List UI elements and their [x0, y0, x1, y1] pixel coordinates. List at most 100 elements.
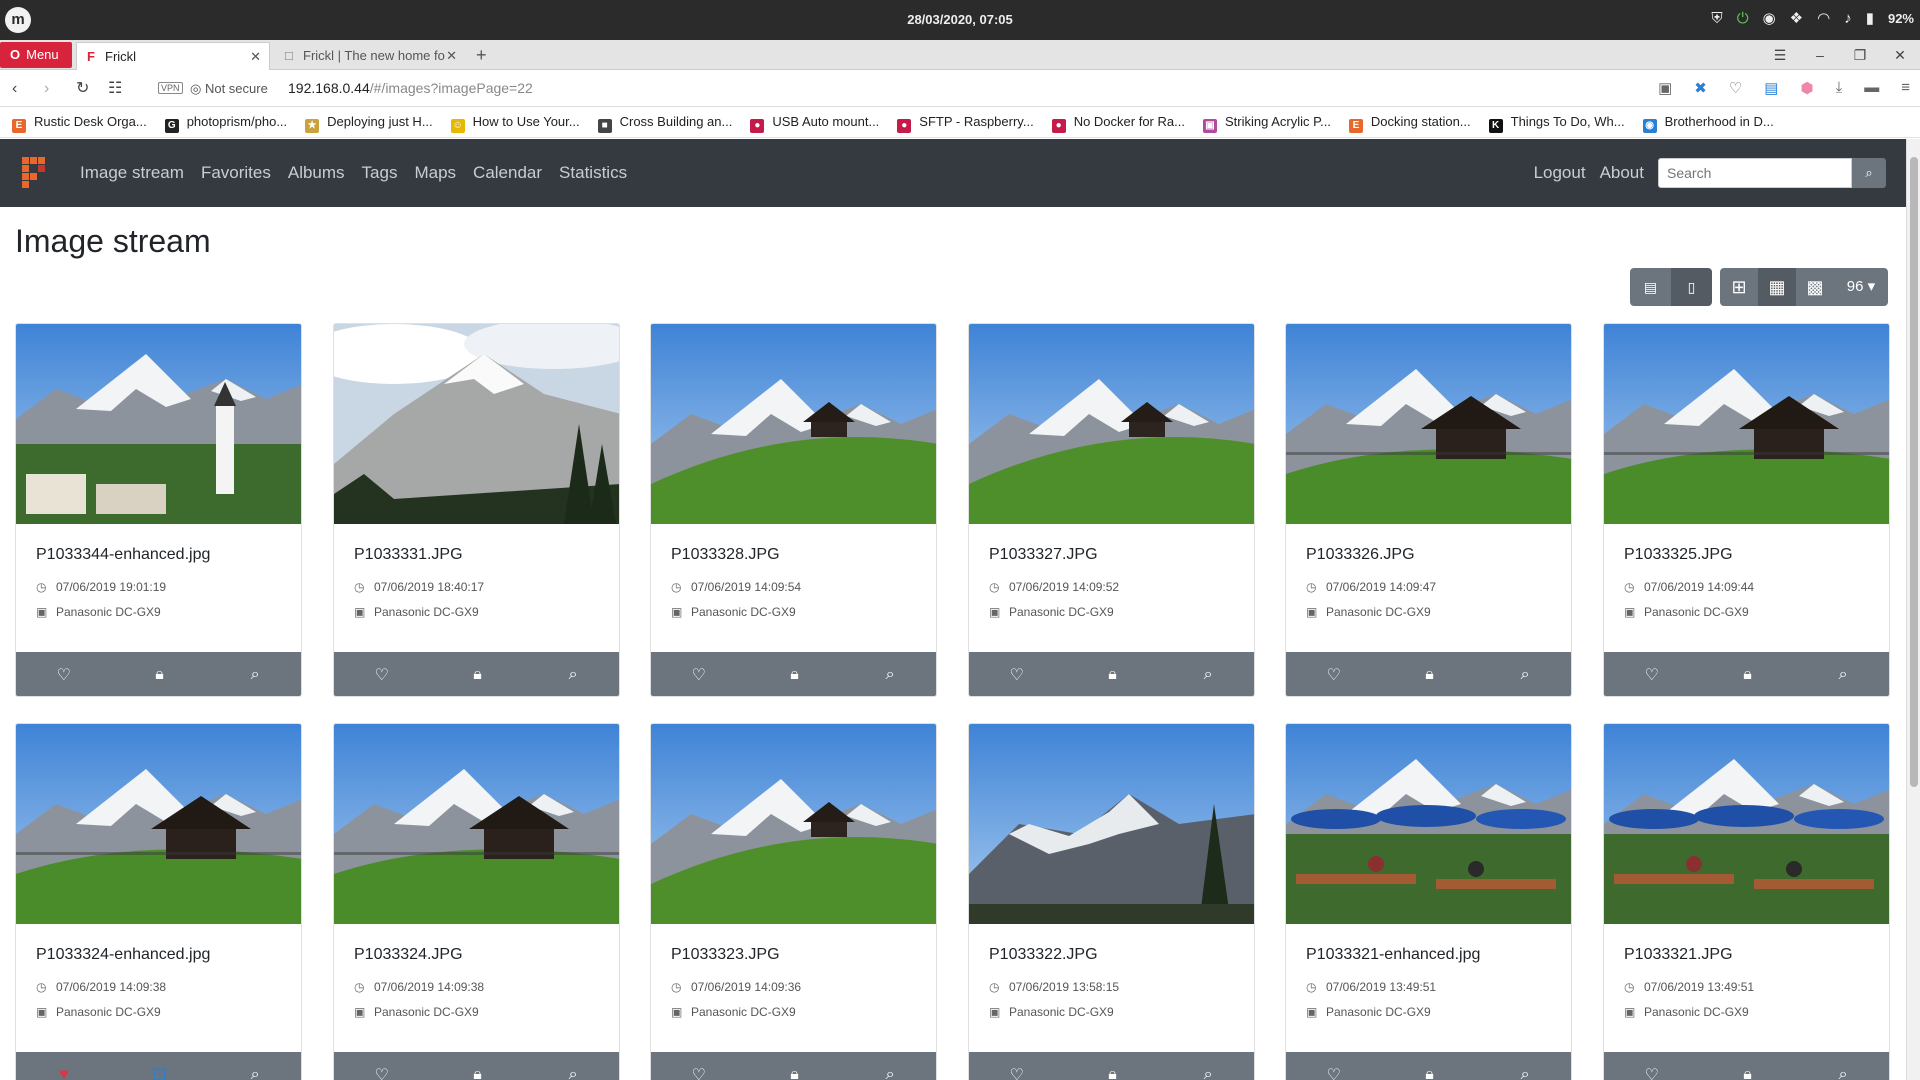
favorite-heart-icon[interactable]: ♡ — [987, 1065, 1047, 1080]
wallet-icon[interactable]: ▤ — [1764, 79, 1778, 97]
new-tab-icon[interactable]: + — [476, 42, 487, 68]
tab-frickl-home[interactable]: □ Frickl | The new home fo ✕ — [275, 42, 465, 70]
grid-small-icon[interactable]: ▩ — [1796, 268, 1834, 306]
system-clock[interactable]: 28/03/2020, 07:05 — [0, 12, 1920, 27]
bookmark-item[interactable]: ■ Cross Building an... — [597, 108, 732, 137]
lock-icon[interactable]: 🔒︎ — [1082, 1066, 1142, 1080]
favorite-heart-icon[interactable]: ♡ — [669, 1065, 729, 1080]
image-thumbnail[interactable] — [1604, 724, 1889, 924]
image-card[interactable]: P1033327.JPG ◷ 07/06/2019 14:09:52 ▣ Panason… — [968, 323, 1255, 697]
image-thumbnail[interactable] — [1286, 324, 1571, 524]
search-input[interactable] — [1658, 158, 1852, 188]
zoom-icon[interactable]: ⌕ — [1178, 666, 1238, 684]
bookmark-item[interactable]: ☺ How to Use Your... — [450, 108, 580, 137]
volume-icon[interactable]: ♪ — [1844, 8, 1852, 30]
scrollbar-thumb[interactable] — [1910, 157, 1918, 787]
camera-icon[interactable]: ▣ — [1658, 79, 1672, 97]
image-thumbnail[interactable] — [334, 724, 619, 924]
tab-menu-icon[interactable]: ☰ — [1760, 42, 1800, 68]
image-card[interactable]: P1033326.JPG ◷ 07/06/2019 14:09:47 ▣ Panason… — [1285, 323, 1572, 697]
zoom-icon[interactable]: ⌕ — [1178, 1066, 1238, 1080]
lock-icon[interactable]: 🔒︎ — [1717, 666, 1777, 684]
zoom-icon[interactable]: ⌕ — [1495, 1066, 1555, 1080]
image-thumbnail[interactable] — [969, 724, 1254, 924]
battery-icon[interactable]: ▮ — [1866, 8, 1874, 30]
about-link[interactable]: About — [1600, 163, 1644, 183]
heart-icon[interactable]: ♡ — [1729, 79, 1742, 97]
lock-icon[interactable]: ⚀ — [129, 1065, 189, 1080]
logout-link[interactable]: Logout — [1534, 163, 1586, 183]
bookmark-item[interactable]: E Docking station... — [1348, 108, 1471, 137]
search-icon[interactable]: ⌕ — [1852, 158, 1886, 188]
extension-icon[interactable]: ✖ — [1694, 79, 1707, 97]
minimize-icon[interactable]: – — [1800, 42, 1840, 68]
bookmark-item[interactable]: ★ Deploying just H... — [305, 108, 433, 137]
tab-close-icon[interactable]: ✕ — [250, 43, 261, 70]
zoom-icon[interactable]: ⌕ — [225, 666, 285, 684]
restore-icon[interactable]: ❐ — [1840, 42, 1880, 68]
image-card[interactable]: P1033324-enhanced.jpg ◷ 07/06/2019 14:09:3… — [15, 723, 302, 1080]
zoom-icon[interactable]: ⌕ — [860, 1066, 920, 1080]
card-view-icon[interactable]: ▯ — [1671, 268, 1712, 306]
image-thumbnail[interactable] — [969, 324, 1254, 524]
grid-medium-icon[interactable]: ▦ — [1758, 268, 1796, 306]
window-close-icon[interactable]: ✕ — [1880, 42, 1920, 68]
tab-close-icon[interactable]: ✕ — [446, 42, 457, 70]
nav-link-image-stream[interactable]: Image stream — [80, 139, 184, 207]
favorite-heart-icon[interactable]: ♡ — [1304, 1065, 1364, 1080]
list-view-icon[interactable]: ▤ — [1630, 268, 1671, 306]
favorite-heart-icon[interactable]: ♡ — [1622, 665, 1682, 685]
image-thumbnail[interactable] — [1286, 724, 1571, 924]
lock-icon[interactable]: 🔒︎ — [447, 1066, 507, 1080]
favorite-heart-icon[interactable]: ♡ — [669, 665, 729, 685]
image-thumbnail[interactable] — [334, 324, 619, 524]
lock-icon[interactable]: 🔒︎ — [1399, 1066, 1459, 1080]
speed-dial-icon[interactable]: ☷ — [108, 79, 122, 99]
easy-setup-icon[interactable]: ≡ — [1901, 79, 1910, 97]
bookmark-item[interactable]: K Things To Do, Wh... — [1488, 108, 1625, 137]
zoom-icon[interactable]: ⌕ — [1813, 1066, 1873, 1080]
bookmark-item[interactable]: ● No Docker for Ra... — [1051, 108, 1185, 137]
image-thumbnail[interactable] — [651, 324, 936, 524]
bookmark-item[interactable]: ▣ Striking Acrylic P... — [1202, 108, 1331, 137]
per-page-dropdown[interactable]: 96 ▾ — [1834, 268, 1888, 306]
image-card[interactable]: P1033321.JPG ◷ 07/06/2019 13:49:51 ▣ Panason… — [1603, 723, 1890, 1080]
bookmark-item[interactable]: ● SFTP - Raspberry... — [897, 108, 1034, 137]
nav-link-maps[interactable]: Maps — [414, 139, 456, 207]
extension-colorful-icon[interactable]: ⬢ — [1800, 79, 1813, 97]
favorite-heart-icon[interactable]: ♡ — [352, 1065, 412, 1080]
dropbox-icon[interactable]: ❖ — [1790, 8, 1803, 30]
favorite-heart-icon[interactable]: ♡ — [1304, 665, 1364, 685]
image-card[interactable]: P1033325.JPG ◷ 07/06/2019 14:09:44 ▣ Panason… — [1603, 323, 1890, 697]
lock-icon[interactable]: 🔒︎ — [1717, 1066, 1777, 1080]
image-card[interactable]: P1033322.JPG ◷ 07/06/2019 13:58:15 ▣ Panason… — [968, 723, 1255, 1080]
zoom-icon[interactable]: ⌕ — [543, 666, 603, 684]
forward-icon[interactable]: › — [44, 79, 49, 99]
bookmark-item[interactable]: Gphotoprism/pho... — [164, 108, 287, 137]
page-scrollbar[interactable] — [1906, 139, 1920, 1080]
reload-icon[interactable]: ↻ — [76, 79, 89, 99]
grid-large-icon[interactable]: ⊞ — [1720, 268, 1758, 306]
browser-menu-button[interactable]: O Menu — [0, 42, 72, 68]
vpn-badge[interactable]: VPN — [158, 82, 183, 94]
shield-icon[interactable]: ⛨ — [1711, 8, 1722, 30]
image-card[interactable]: P1033328.JPG ◷ 07/06/2019 14:09:54 ▣ Panason… — [650, 323, 937, 697]
zoom-icon[interactable]: ⌕ — [225, 1066, 285, 1080]
zoom-icon[interactable]: ⌕ — [860, 666, 920, 684]
back-icon[interactable]: ‹ — [12, 79, 17, 99]
frickl-logo-icon[interactable] — [22, 157, 50, 189]
image-card[interactable]: P1033323.JPG ◷ 07/06/2019 14:09:36 ▣ Panason… — [650, 723, 937, 1080]
zoom-icon[interactable]: ⌕ — [1813, 666, 1873, 684]
bookmark-item[interactable]: E Rustic Desk Orga... — [12, 108, 147, 137]
zoom-icon[interactable]: ⌕ — [1495, 666, 1555, 684]
image-thumbnail[interactable] — [1604, 324, 1889, 524]
nav-link-statistics[interactable]: Statistics — [559, 139, 627, 207]
image-card[interactable]: P1033324.JPG ◷ 07/06/2019 14:09:38 ▣ Panason… — [333, 723, 620, 1080]
bookmark-item[interactable]: ● USB Auto mount... — [750, 108, 879, 137]
favorite-heart-icon[interactable]: ♡ — [987, 665, 1047, 685]
zoom-icon[interactable]: ⌕ — [543, 1066, 603, 1080]
battery-saver-icon[interactable]: ▬ — [1864, 79, 1879, 97]
lock-icon[interactable]: 🔒︎ — [129, 666, 189, 684]
favorite-heart-icon[interactable]: ♡ — [1622, 1065, 1682, 1080]
nav-link-favorites[interactable]: Favorites — [201, 139, 271, 207]
